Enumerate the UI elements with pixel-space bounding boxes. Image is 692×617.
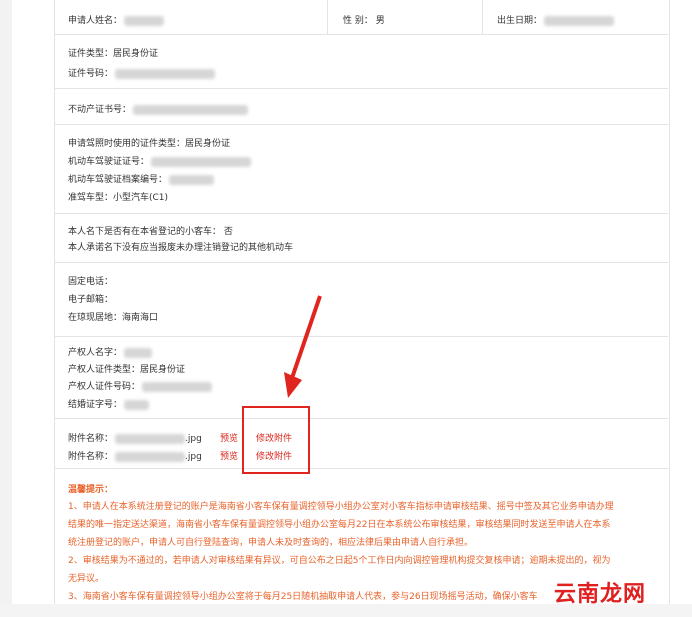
row-contact (54, 263, 668, 337)
annotation-arrow-icon (284, 295, 322, 398)
tips-line: 1、申请人在本系统注册登记的账户是海南省小客车保有量调控领导小组办公室对小客车指… (68, 502, 614, 512)
tips-title: 温馨提示： (68, 485, 114, 495)
birthdate-field: 出生日期： (497, 13, 615, 26)
owner-id-type-field: 产权人证件类型：居民身份证 (68, 362, 185, 375)
row-registration (54, 214, 668, 263)
id-number-label: 证件号码： (68, 69, 114, 79)
residence-field: 在琼现居地：海南海口 (68, 310, 158, 323)
gender-field: 性 别： 男 (343, 13, 385, 26)
residence-value: 海南海口 (122, 313, 159, 323)
license-id-type-label: 申请驾照时使用的证件类型： (68, 139, 186, 149)
vehicle-class-field: 准驾车型：小型汽车(C1) (68, 190, 168, 203)
license-id-type-field: 申请驾照时使用的证件类型：居民身份证 (68, 136, 230, 149)
column-divider (482, 0, 483, 35)
redacted-value (142, 381, 213, 392)
preview-link[interactable]: 预览 (220, 449, 238, 462)
birthdate-label: 出生日期： (497, 16, 543, 26)
redacted-value (169, 174, 215, 185)
owner-name-field: 产权人名字： (68, 345, 153, 358)
redacted-value (124, 15, 165, 26)
license-file-label: 机动车驾驶证档案编号： (68, 175, 168, 185)
gender-label: 性 别： (343, 16, 373, 26)
property-cert-field: 不动产证书号： (68, 102, 249, 115)
tips-line: 结果的唯一指定送达渠道，海南省小客车保有量调控领导小组办公室每月22日在本系统公… (68, 520, 611, 530)
attachment-suffix: .jpg (185, 434, 202, 444)
redacted-value (544, 15, 615, 26)
tips-line: 统注册登记的账户，申请人可自行登陆查询，申请人未及时查询的，相应法律后果由申请人… (68, 538, 474, 548)
column-divider (327, 0, 328, 35)
vehicle-class-label: 准驾车型： (68, 193, 114, 203)
redacted-value (151, 156, 252, 167)
id-number-field: 证件号码： (68, 66, 216, 79)
tips-line: 3、海南省小客车保有量调控领导小组办公室将于每月25日随机抽取申请人代表，参与2… (68, 592, 538, 602)
owner-id-number-label: 产权人证件号码： (68, 382, 141, 392)
attachment-item: 附件名称： .jpg (68, 449, 202, 462)
left-margin (0, 0, 12, 617)
id-type-label: 证件类型： (68, 49, 114, 59)
attachment-suffix: .jpg (185, 452, 202, 462)
preview-link[interactable]: 预览 (220, 431, 238, 444)
applicant-name-field: 申请人姓名： (68, 13, 165, 26)
license-file-field: 机动车驾驶证档案编号： (68, 172, 215, 185)
redacted-filename (115, 451, 186, 462)
has-car-field: 本人名下是否有在本省登记的小客车： 否 (68, 224, 233, 237)
owner-id-number-field: 产权人证件号码： (68, 379, 213, 392)
gender-value: 男 (375, 16, 385, 26)
license-id-type-value: 居民身份证 (185, 139, 231, 149)
row-identity (54, 35, 668, 89)
has-car-label: 本人名下是否有在本省登记的小客车： (68, 227, 222, 237)
vehicle-class-value: 小型汽车(C1) (113, 193, 169, 203)
marriage-cert-label: 结婚证字号： (68, 400, 123, 410)
redacted-value (124, 347, 153, 358)
has-car-value: 否 (223, 227, 233, 237)
highlight-box (242, 406, 310, 474)
redacted-value (115, 68, 216, 79)
pledge-text: 本人承诺名下没有应当报废未办理注销登记的其他机动车 (68, 243, 294, 253)
attachment-label: 附件名称： (68, 452, 114, 462)
attachment-item: 附件名称： .jpg (68, 431, 202, 444)
redacted-value (133, 104, 249, 115)
residence-label: 在琼现居地： (68, 313, 123, 323)
email-label: 电子邮箱： (68, 295, 114, 305)
tips-line: 无异议。 (68, 574, 105, 584)
marriage-cert-field: 结婚证字号： (68, 397, 150, 410)
license-number-label: 机动车驾驶证证号： (68, 157, 150, 167)
redacted-value (124, 399, 150, 410)
owner-id-type-value: 居民身份证 (140, 365, 186, 375)
id-type-field: 证件类型：居民身份证 (68, 46, 158, 59)
property-cert-label: 不动产证书号： (68, 105, 132, 115)
phone-label: 固定电话： (68, 277, 114, 287)
attachment-label: 附件名称： (68, 434, 114, 444)
owner-id-type-label: 产权人证件类型： (68, 365, 141, 375)
owner-name-label: 产权人名字： (68, 348, 123, 358)
id-type-value: 居民身份证 (113, 49, 159, 59)
tips-line: 2、审核结果为不通过的，若申请人对审核结果有异议，可自公布之日起5个工作日内向调… (68, 556, 611, 566)
applicant-name-label: 申请人姓名： (68, 16, 123, 26)
site-watermark: 云南龙网 (554, 582, 647, 607)
license-number-field: 机动车驾驶证证号： (68, 154, 252, 167)
redacted-filename (115, 433, 186, 444)
